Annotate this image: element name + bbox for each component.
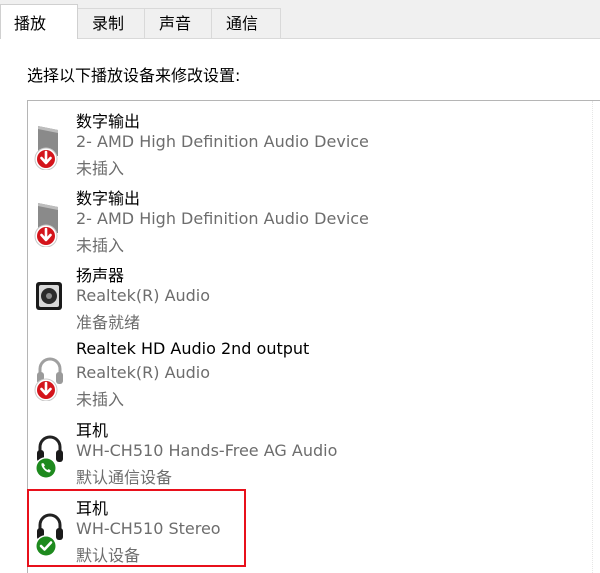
device-status: 默认设备 (76, 546, 141, 565)
check-badge (35, 535, 57, 557)
unplugged-badge (34, 224, 58, 247)
device-description: WH-CH510 Stereo (76, 519, 221, 538)
device-item-headphones-stereo[interactable]: 耳机 WH-CH510 Stereo 默认设备 (28, 489, 588, 566)
device-name: Realtek HD Audio 2nd output (76, 339, 310, 358)
speaker-icon (36, 282, 62, 310)
tab-sounds[interactable]: 声音 (144, 8, 212, 38)
device-item-digital-output-2[interactable]: 数字输出 2- AMD High Definition Audio Device… (28, 179, 588, 256)
headphones-icon (35, 513, 63, 557)
device-description: Realtek(R) Audio (76, 286, 211, 305)
tab-playback[interactable]: 播放 (0, 4, 78, 39)
tab-communications[interactable]: 通信 (211, 8, 281, 38)
device-name: 耳机 (76, 421, 109, 440)
unplugged-badge (34, 147, 58, 170)
device-description: Realtek(R) Audio (76, 363, 211, 382)
headphones-icon (35, 435, 63, 479)
device-status: 未插入 (76, 390, 125, 409)
device-status: 未插入 (76, 236, 125, 255)
instruction-text: 选择以下播放设备来修改设置: (27, 66, 241, 85)
device-status: 默认通信设备 (76, 468, 173, 487)
headphones-icon (34, 357, 63, 401)
scrollbar[interactable] (592, 101, 600, 573)
phone-badge (35, 457, 57, 479)
digital-output-icon (34, 203, 58, 247)
device-description: 2- AMD High Definition Audio Device (76, 209, 369, 228)
device-name: 扬声器 (76, 266, 125, 285)
device-name: 数字输出 (76, 112, 141, 131)
tab-bar: 播放 录制 声音 通信 (0, 0, 600, 39)
device-item-digital-output-1[interactable]: 数字输出 2- AMD High Definition Audio Device… (28, 102, 588, 179)
unplugged-badge (34, 378, 58, 401)
device-status: 准备就绪 (76, 313, 141, 332)
device-item-speaker[interactable]: 扬声器 Realtek(R) Audio 准备就绪 (28, 256, 588, 333)
device-item-realtek-2nd-output[interactable]: Realtek HD Audio 2nd output Realtek(R) A… (28, 333, 588, 410)
device-name: 耳机 (76, 499, 109, 518)
device-description: WH-CH510 Hands-Free AG Audio (76, 441, 338, 460)
tab-recording[interactable]: 录制 (77, 8, 145, 38)
digital-output-icon (34, 126, 58, 170)
device-item-headphones-handsfree[interactable]: 耳机 WH-CH510 Hands-Free AG Audio 默认通信设备 (28, 411, 588, 488)
device-status: 未插入 (76, 159, 125, 178)
device-name: 数字输出 (76, 189, 141, 208)
device-description: 2- AMD High Definition Audio Device (76, 132, 369, 151)
